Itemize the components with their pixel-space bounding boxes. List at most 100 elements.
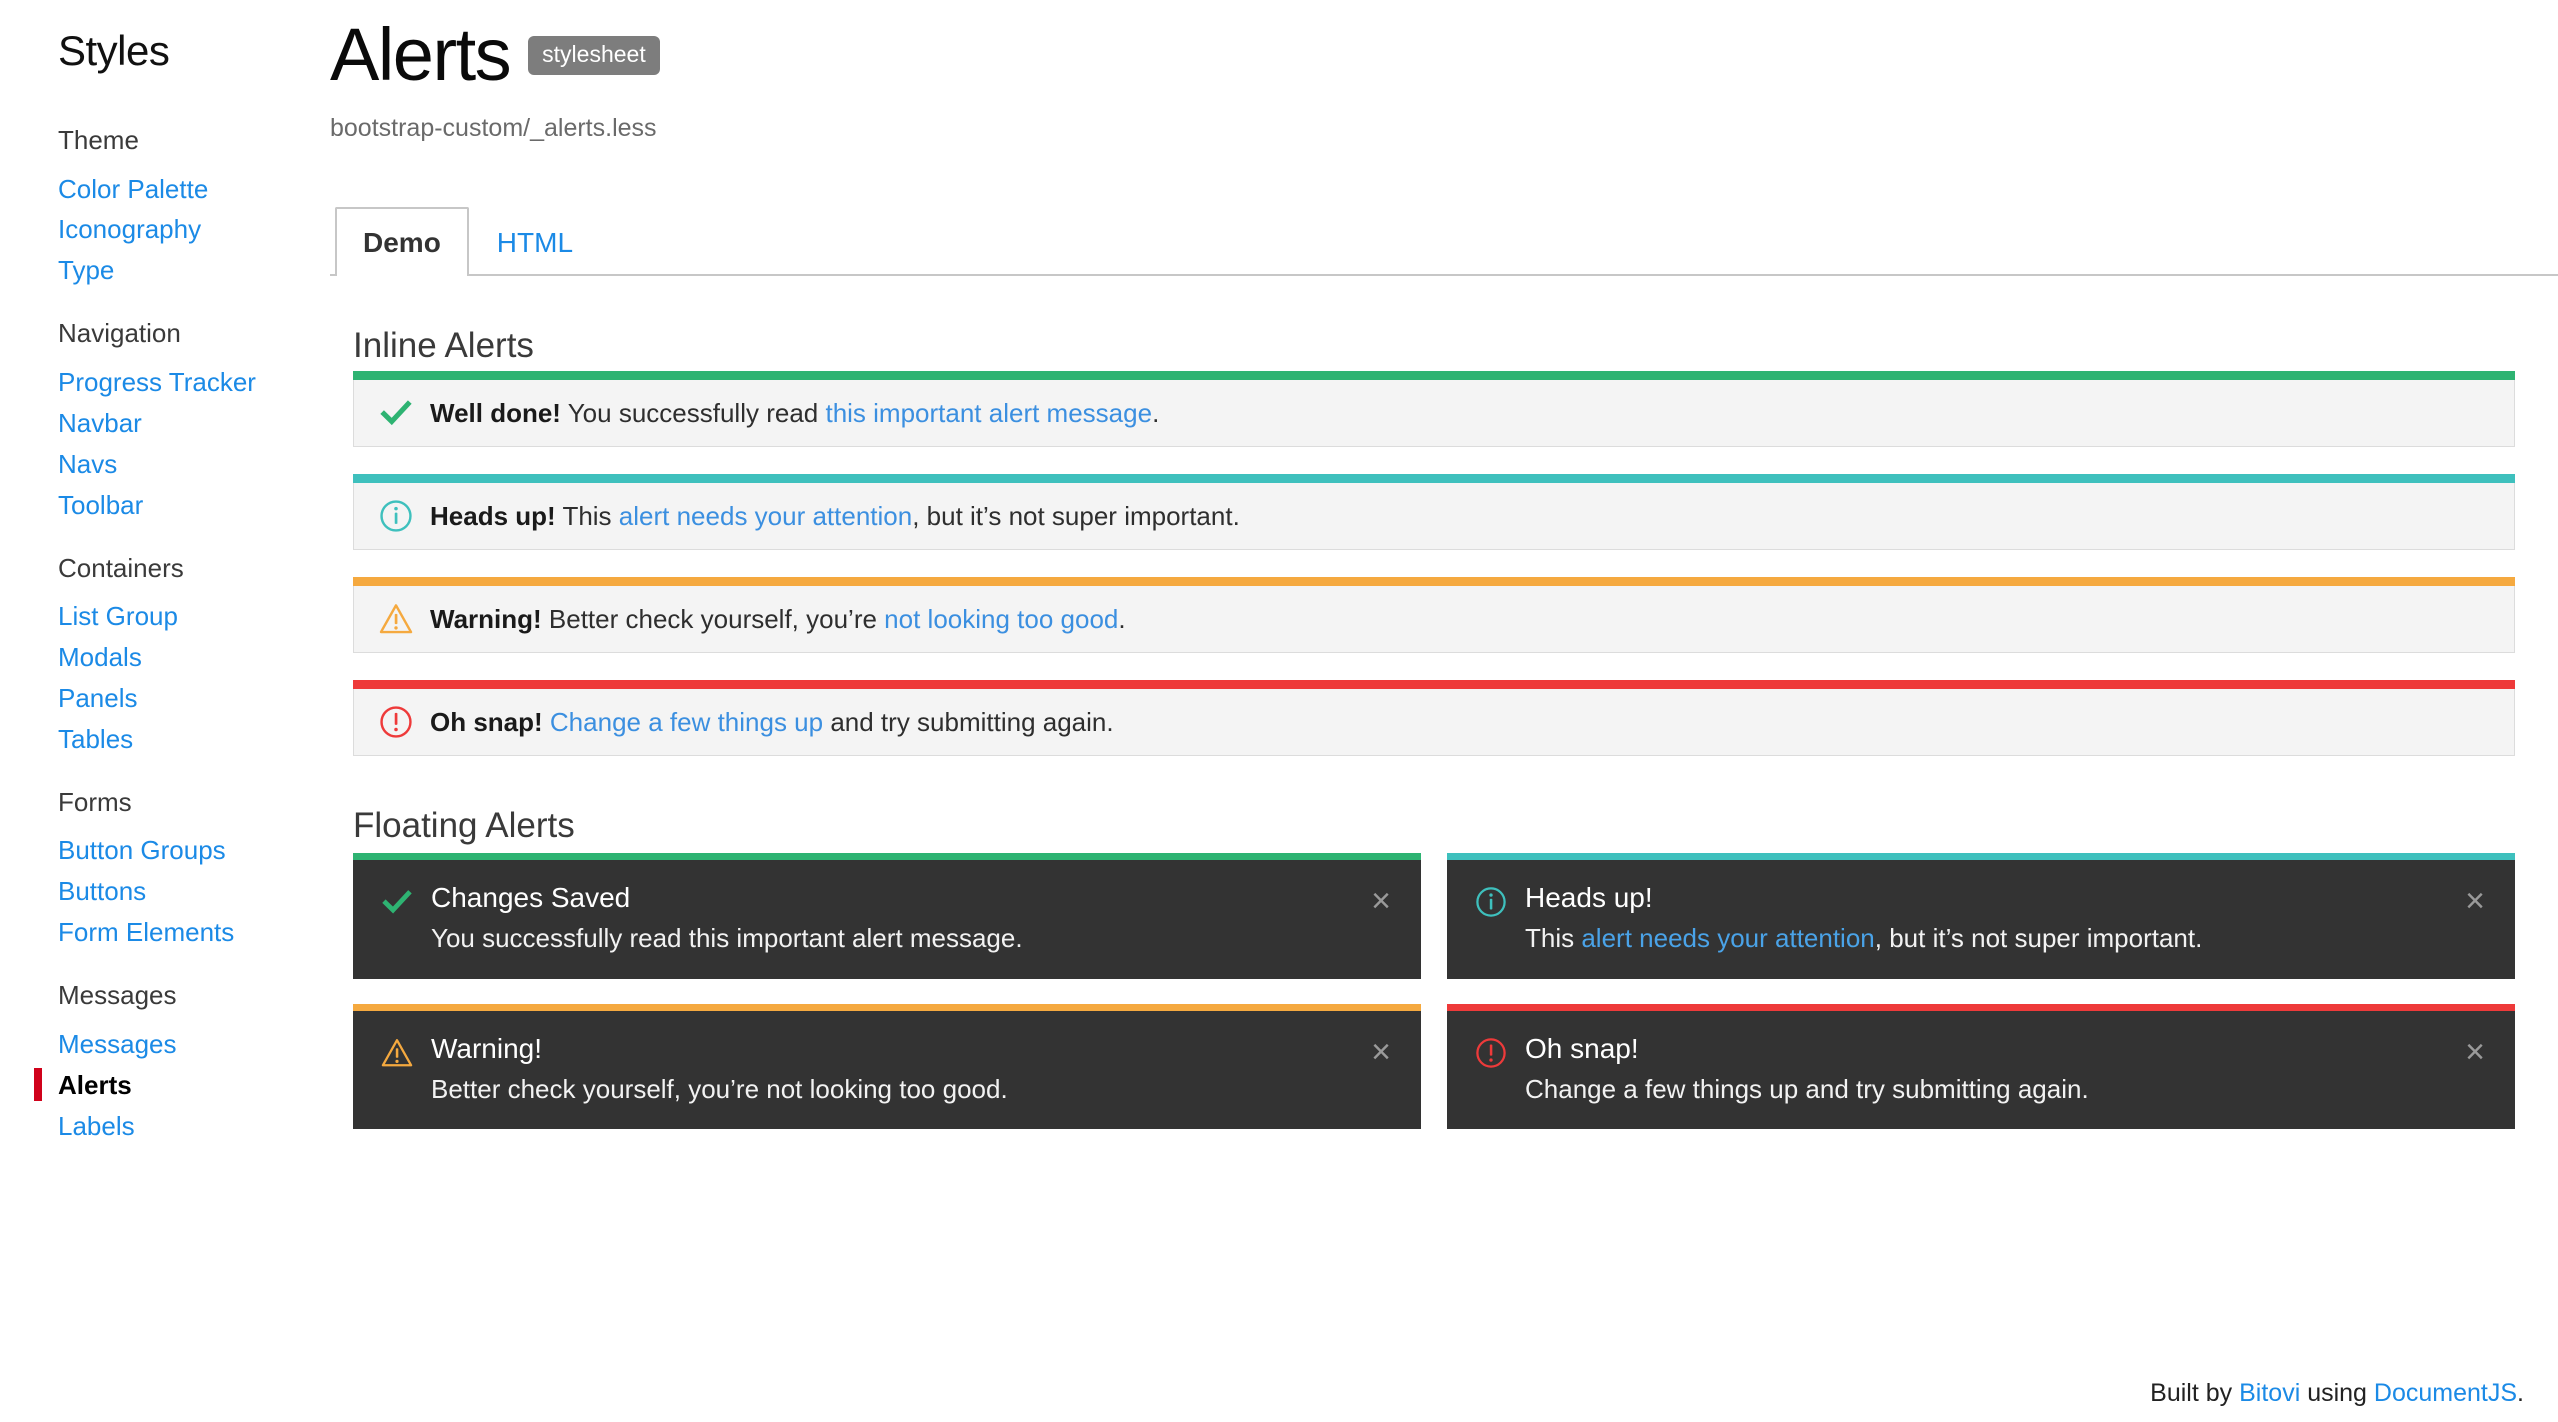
- sidebar-item-panels[interactable]: Panels: [58, 679, 330, 720]
- inline-alert-strong: Warning!: [430, 603, 542, 634]
- footer: Built by Bitovi using DocumentJS.: [2150, 1381, 2524, 1406]
- close-icon[interactable]: ×: [1367, 1033, 1395, 1071]
- page-title: Alerts: [330, 13, 512, 96]
- inline-alert-message: Heads up! This alert needs your attentio…: [430, 500, 1240, 533]
- floating-alert-info: Heads up! This alert needs your attention…: [1447, 853, 2515, 979]
- inline-alert-link[interactable]: Change a few things up: [550, 707, 823, 737]
- sidebar-item-navbar[interactable]: Navbar: [58, 404, 330, 445]
- sidebar-item-navs[interactable]: Navs: [58, 445, 330, 486]
- sidebar-group: Theme Color Palette Iconography Type: [58, 124, 330, 292]
- documentjs-link[interactable]: DocumentJS: [2374, 1379, 2517, 1407]
- floating-alert-title: Heads up!: [1525, 882, 1653, 913]
- inline-alert-text-after: .: [1118, 603, 1126, 634]
- check-icon-wrap: [376, 396, 416, 430]
- floating-alert-success: Changes Saved You successfully read this …: [353, 853, 1421, 979]
- sidebar-group-title: Messages: [58, 980, 177, 1011]
- check-icon: [382, 890, 412, 914]
- floating-alert-text-before: You successfully read this important ale…: [431, 923, 1023, 954]
- inline-alert-message: Well done! You successfully read this im…: [430, 397, 1159, 430]
- info-circle-icon: [1476, 887, 1506, 917]
- floating-alert-warning: Warning! Better check yourself, you’re no…: [353, 1003, 1421, 1130]
- floating-alert-text-before: Better check yourself, you’re not lookin…: [431, 1073, 1008, 1104]
- check-icon-wrap: [377, 882, 417, 918]
- sidebar-group-title: Containers: [58, 552, 184, 583]
- exclamation-circle-icon: [1476, 1037, 1506, 1068]
- warning-triangle-icon-wrap: [377, 1033, 417, 1069]
- sidebar-item-alerts[interactable]: Alerts: [34, 1066, 330, 1107]
- inline-alerts-heading: Inline Alerts: [353, 326, 534, 365]
- footer-period: .: [2517, 1379, 2524, 1407]
- sidebar-item-iconography[interactable]: Iconography: [58, 210, 330, 251]
- floating-alert-body: Heads up! This alert needs your attention…: [1525, 882, 2461, 955]
- tab-demo[interactable]: Demo: [335, 207, 469, 276]
- tab-bar: Demo HTML: [330, 205, 2558, 276]
- inline-alert-message: Warning! Better check yourself, you’re n…: [430, 603, 1126, 636]
- sidebar-group-title: Navigation: [58, 318, 181, 349]
- inline-alert-link[interactable]: this important alert message: [825, 398, 1152, 428]
- sidebar-item-labels[interactable]: Labels: [58, 1107, 330, 1148]
- floating-alert-title: Oh snap!: [1525, 1032, 1639, 1064]
- inline-alert-warning: Warning! Better check yourself, you’re n…: [353, 577, 2515, 653]
- floating-alert-body: Oh snap! Change a few things up and try s…: [1525, 1033, 2461, 1106]
- floating-alert-text: You successfully read this important ale…: [431, 922, 1347, 955]
- sidebar-group: Forms Button Groups Buttons Form Elements: [58, 786, 330, 954]
- close-icon[interactable]: ×: [2461, 882, 2489, 920]
- floating-alert-body: Warning! Better check yourself, you’re no…: [431, 1033, 1367, 1106]
- sidebar-item-list-group[interactable]: List Group: [58, 597, 330, 638]
- floating-alert-text: Change a few things up and try submittin…: [1525, 1073, 2441, 1106]
- check-icon: [380, 400, 412, 426]
- info-circle-icon-wrap: [1471, 882, 1511, 918]
- sidebar-group-title: Theme: [58, 125, 139, 155]
- footer-built-by: Built by: [2150, 1379, 2240, 1407]
- sidebar-group: Navigation Progress Tracker Navbar Navs Tool…: [58, 317, 330, 526]
- sidebar-item-toolbar[interactable]: Toolbar: [58, 486, 330, 527]
- tab-html[interactable]: HTML: [469, 207, 601, 276]
- page-root: Styles Theme Color Palette Iconography Type…: [0, 0, 2558, 1422]
- inline-alert-strong: Oh snap!: [430, 706, 543, 737]
- sidebar-title: Styles: [58, 27, 170, 74]
- inline-alert-danger: Oh snap! Change a few things up and try …: [353, 680, 2515, 756]
- inline-alert-message: Oh snap! Change a few things up and try …: [430, 706, 1114, 739]
- floating-alerts-heading: Floating Alerts: [353, 806, 575, 845]
- inline-alert-text-before: This: [555, 500, 619, 531]
- floating-alert-link[interactable]: alert needs your attention: [1581, 923, 1874, 953]
- footer-using: using: [2300, 1379, 2374, 1407]
- sidebar-group-title: Forms: [58, 786, 132, 817]
- floating-alert-danger: Oh snap! Change a few things up and try s…: [1447, 1003, 2515, 1130]
- inline-alert-text-before: Better check yourself, you’re: [541, 603, 885, 634]
- warning-triangle-icon-wrap: [376, 602, 416, 636]
- bitovi-link[interactable]: Bitovi: [2239, 1379, 2300, 1407]
- status-badge: stylesheet: [528, 35, 660, 75]
- close-icon[interactable]: ×: [1367, 882, 1395, 920]
- sidebar-item-buttons[interactable]: Buttons: [58, 872, 330, 913]
- sidebar-item-modals[interactable]: Modals: [58, 638, 330, 679]
- inline-alert-link[interactable]: not looking too good: [884, 604, 1118, 634]
- sidebar-item-type[interactable]: Type: [58, 251, 330, 292]
- inline-alert-strong: Heads up!: [430, 500, 556, 531]
- inline-alert-text-before: You successfully read: [560, 397, 826, 428]
- warning-triangle-icon: [379, 604, 413, 634]
- exclamation-circle-icon-wrap: [1471, 1033, 1511, 1069]
- sidebar-item-tables[interactable]: Tables: [58, 720, 330, 761]
- sidebar-item-messages[interactable]: Messages: [58, 1025, 330, 1066]
- exclamation-circle-icon: [380, 706, 412, 738]
- sidebar-item-button-groups[interactable]: Button Groups: [58, 831, 330, 872]
- close-icon[interactable]: ×: [2461, 1033, 2489, 1071]
- floating-alert-text-before: This: [1525, 923, 1582, 954]
- title-row: Alerts stylesheet: [330, 18, 2558, 92]
- floating-alert-text: Better check yourself, you’re not lookin…: [431, 1073, 1347, 1106]
- main-content: Alerts stylesheet bootstrap-custom/_aler…: [330, 0, 2558, 1422]
- floating-alert-title: Changes Saved: [431, 882, 631, 913]
- warning-triangle-icon: [381, 1038, 413, 1067]
- sidebar-item-color-palette[interactable]: Color Palette: [58, 170, 330, 211]
- page-header: Alerts stylesheet bootstrap-custom/_aler…: [330, 18, 2558, 141]
- inline-alert-link[interactable]: alert needs your attention: [619, 501, 912, 531]
- sidebar-group: Messages Messages Alerts Labels: [34, 979, 330, 1148]
- inline-alert-strong: Well done!: [430, 397, 561, 428]
- sidebar-item-progress-tracker[interactable]: Progress Tracker: [58, 363, 330, 404]
- inline-alert-success: Well done! You successfully read this im…: [353, 371, 2515, 447]
- sidebar-nav: Theme Color Palette Iconography Type Navigat…: [34, 124, 330, 1148]
- sidebar-item-form-elements[interactable]: Form Elements: [58, 913, 330, 954]
- inline-alerts-list: Well done! You successfully read this im…: [353, 371, 2515, 756]
- inline-alert-info: Heads up! This alert needs your attentio…: [353, 474, 2515, 550]
